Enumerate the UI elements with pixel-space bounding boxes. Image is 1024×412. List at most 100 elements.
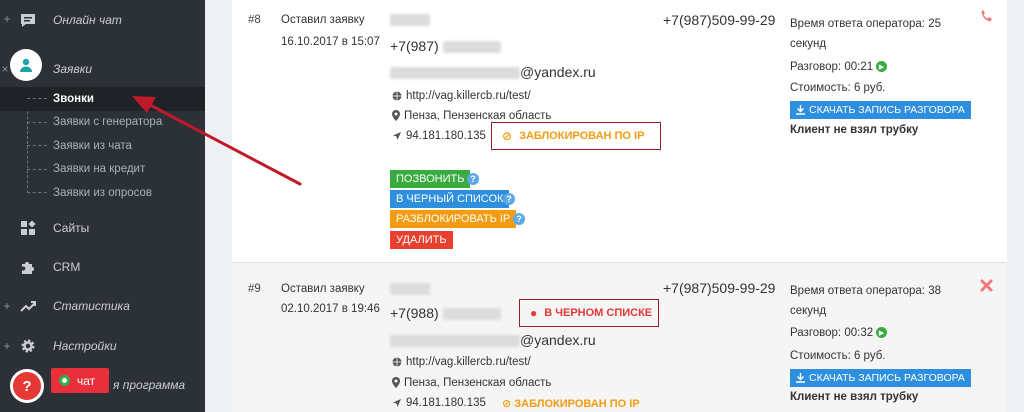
record-date: 16.10.2017 в 15:07: [281, 36, 380, 48]
location-pin-icon: [392, 110, 400, 122]
ip-blocked-label: ⊘ ЗАБЛОКИРОВАН ПО IP: [502, 398, 640, 410]
status-label: В ЧЕРНОМ СПИСКЕ: [544, 307, 653, 319]
sidebar-item-statistics[interactable]: + Статистика: [0, 286, 205, 325]
status-badge-blacklisted: ● В ЧЕРНОМ СПИСКЕ: [519, 299, 659, 327]
chat-icon: [19, 11, 37, 29]
sidebar-item-crm[interactable]: CRM: [0, 247, 205, 286]
delete-button[interactable]: УДАЛИТЬ: [390, 231, 453, 249]
location-arrow-icon: [393, 131, 401, 140]
chat-button-label: чат: [77, 373, 96, 388]
call-duration: Разговор: 00:21: [790, 61, 874, 73]
online-status-icon: [59, 375, 70, 386]
sidebar-subitem-credit[interactable]: Заявки на кредит: [0, 158, 205, 182]
client-ip: 94.181.180.135: [406, 130, 486, 142]
expand-icon[interactable]: +: [2, 12, 12, 26]
call-cost: Стоимость: 6 руб.: [790, 350, 886, 362]
client-location: Пенза, Пензенская область: [404, 377, 552, 389]
client-phone[interactable]: +7(988): [390, 305, 439, 321]
sidebar-subitem-surveys[interactable]: Заявки из опросов: [0, 181, 205, 205]
sidebar-item-label: Онлайн чат: [53, 13, 122, 27]
client-phone-redacted: [442, 41, 501, 54]
requests-submenu: Звонки Заявки с генератора Заявки из чат…: [0, 87, 205, 205]
play-icon[interactable]: ▶: [876, 327, 888, 339]
record-left-label: Оставил заявку: [281, 283, 365, 295]
status-badge-ip-blocked: ⊘ ЗАБЛОКИРОВАН ПО IP: [491, 122, 661, 150]
sidebar-item-partner-program[interactable]: я программа: [113, 378, 185, 392]
chat-widget-button[interactable]: чат: [51, 368, 109, 393]
unblock-ip-button[interactable]: РАЗБЛОКИРОВАТЬ IP: [390, 210, 517, 228]
sidebar-item-label: CRM: [53, 259, 81, 274]
play-icon[interactable]: ▶: [876, 61, 888, 73]
sidebar-subitem-generator[interactable]: Заявки с генератора: [0, 111, 205, 135]
client-site-link[interactable]: http://vag.killercb.ru/test/: [406, 90, 531, 102]
globe-icon: [392, 357, 402, 367]
client-site-link[interactable]: http://vag.killercb.ru/test/: [406, 356, 531, 368]
client-email[interactable]: @yandex.ru: [520, 332, 596, 348]
call-record: #8 Оставил заявку 16.10.2017 в 15:07 +7(…: [232, 0, 1007, 259]
client-name-redacted: [390, 283, 430, 295]
sidebar-item-label: Заявки: [53, 62, 93, 76]
calls-list: #8 Оставил заявку 16.10.2017 в 15:07 +7(…: [232, 0, 1007, 412]
tracking-phone: +7(987)509-99-29: [663, 280, 776, 296]
operator-response-time: Время ответа оператора: 25 секунд: [790, 18, 941, 50]
call-result: Клиент не взял трубку: [790, 391, 919, 403]
download-recording-button[interactable]: СКАЧАТЬ ЗАПИСЬ РАЗГОВОРА: [790, 101, 971, 119]
record-id: #8: [248, 14, 261, 26]
client-phone-redacted: [442, 308, 501, 321]
sites-icon: [19, 219, 37, 237]
download-icon: [796, 373, 805, 383]
location-pin-icon: [392, 377, 400, 389]
download-recording-button[interactable]: СКАЧАТЬ ЗАПИСЬ РАЗГОВОРА: [790, 369, 971, 387]
blacklist-button[interactable]: В ЧЕРНЫЙ СПИСОК: [390, 190, 510, 208]
tracking-phone: +7(987)509-99-29: [663, 12, 776, 28]
client-location: Пенза, Пензенская область: [404, 110, 552, 122]
call-result: Клиент не взял трубку: [790, 124, 919, 136]
client-email-redacted: [390, 67, 520, 80]
record-id: #9: [248, 283, 261, 295]
call-button[interactable]: ПОЗВОНИТЬ: [390, 170, 471, 188]
user-icon: [10, 49, 42, 81]
call-record: #9 Оставил заявку 02.10.2017 в 19:46 +7(…: [232, 262, 1007, 412]
blacklist-x-icon: [980, 279, 993, 295]
phone-icon: [980, 9, 994, 26]
gear-icon: [19, 337, 37, 355]
client-email[interactable]: @yandex.ru: [520, 64, 596, 80]
client-ip: 94.181.180.135: [406, 397, 486, 409]
location-arrow-icon: [393, 398, 401, 407]
collapse-icon[interactable]: ×: [0, 62, 10, 76]
sidebar-item-settings[interactable]: + Настройки: [0, 326, 205, 365]
client-phone[interactable]: +7(987): [390, 38, 439, 54]
sidebar: + Онлайн чат × Заявки Звонки Заявки с ге…: [0, 0, 205, 412]
sidebar-item-label: Сайты: [53, 220, 90, 235]
puzzle-icon: [19, 258, 37, 276]
sidebar-subitem-calls[interactable]: Звонки: [0, 87, 205, 111]
sidebar-item-sites[interactable]: Сайты: [0, 208, 205, 247]
sidebar-item-label: Статистика: [53, 298, 130, 313]
expand-icon[interactable]: +: [2, 299, 12, 313]
record-date: 02.10.2017 в 19:46: [281, 303, 380, 315]
sidebar-item-online-chat[interactable]: + Онлайн чат: [0, 0, 205, 39]
help-button[interactable]: ?: [10, 369, 44, 403]
status-label: ЗАБЛОКИРОВАН ПО IP: [519, 130, 645, 142]
call-duration: Разговор: 00:32: [790, 327, 874, 339]
operator-response-time: Время ответа оператора: 38 секунд: [790, 285, 941, 317]
main-content: #8 Оставил заявку 16.10.2017 в 15:07 +7(…: [205, 0, 1024, 412]
help-icon[interactable]: ?: [513, 213, 525, 225]
help-icon[interactable]: ?: [467, 173, 479, 185]
client-name-redacted: [390, 14, 430, 26]
call-cost: Стоимость: 6 руб.: [790, 82, 886, 94]
alert-icon: ●: [530, 306, 538, 320]
globe-icon: [392, 91, 402, 101]
help-icon[interactable]: ?: [503, 193, 515, 205]
download-label: СКАЧАТЬ ЗАПИСЬ РАЗГОВОРА: [809, 372, 965, 384]
chart-icon: [19, 297, 37, 315]
ban-icon: ⊘: [502, 129, 513, 143]
download-label: СКАЧАТЬ ЗАПИСЬ РАЗГОВОРА: [809, 104, 965, 116]
expand-icon[interactable]: +: [2, 339, 12, 353]
download-icon: [796, 105, 805, 115]
record-left-label: Оставил заявку: [281, 14, 365, 26]
ip-status-label: ЗАБЛОКИРОВАН ПО IP: [514, 398, 640, 410]
sidebar-subitem-chat-requests[interactable]: Заявки из чата: [0, 134, 205, 158]
sidebar-item-label: Настройки: [53, 338, 117, 353]
client-email-redacted: [390, 335, 520, 348]
